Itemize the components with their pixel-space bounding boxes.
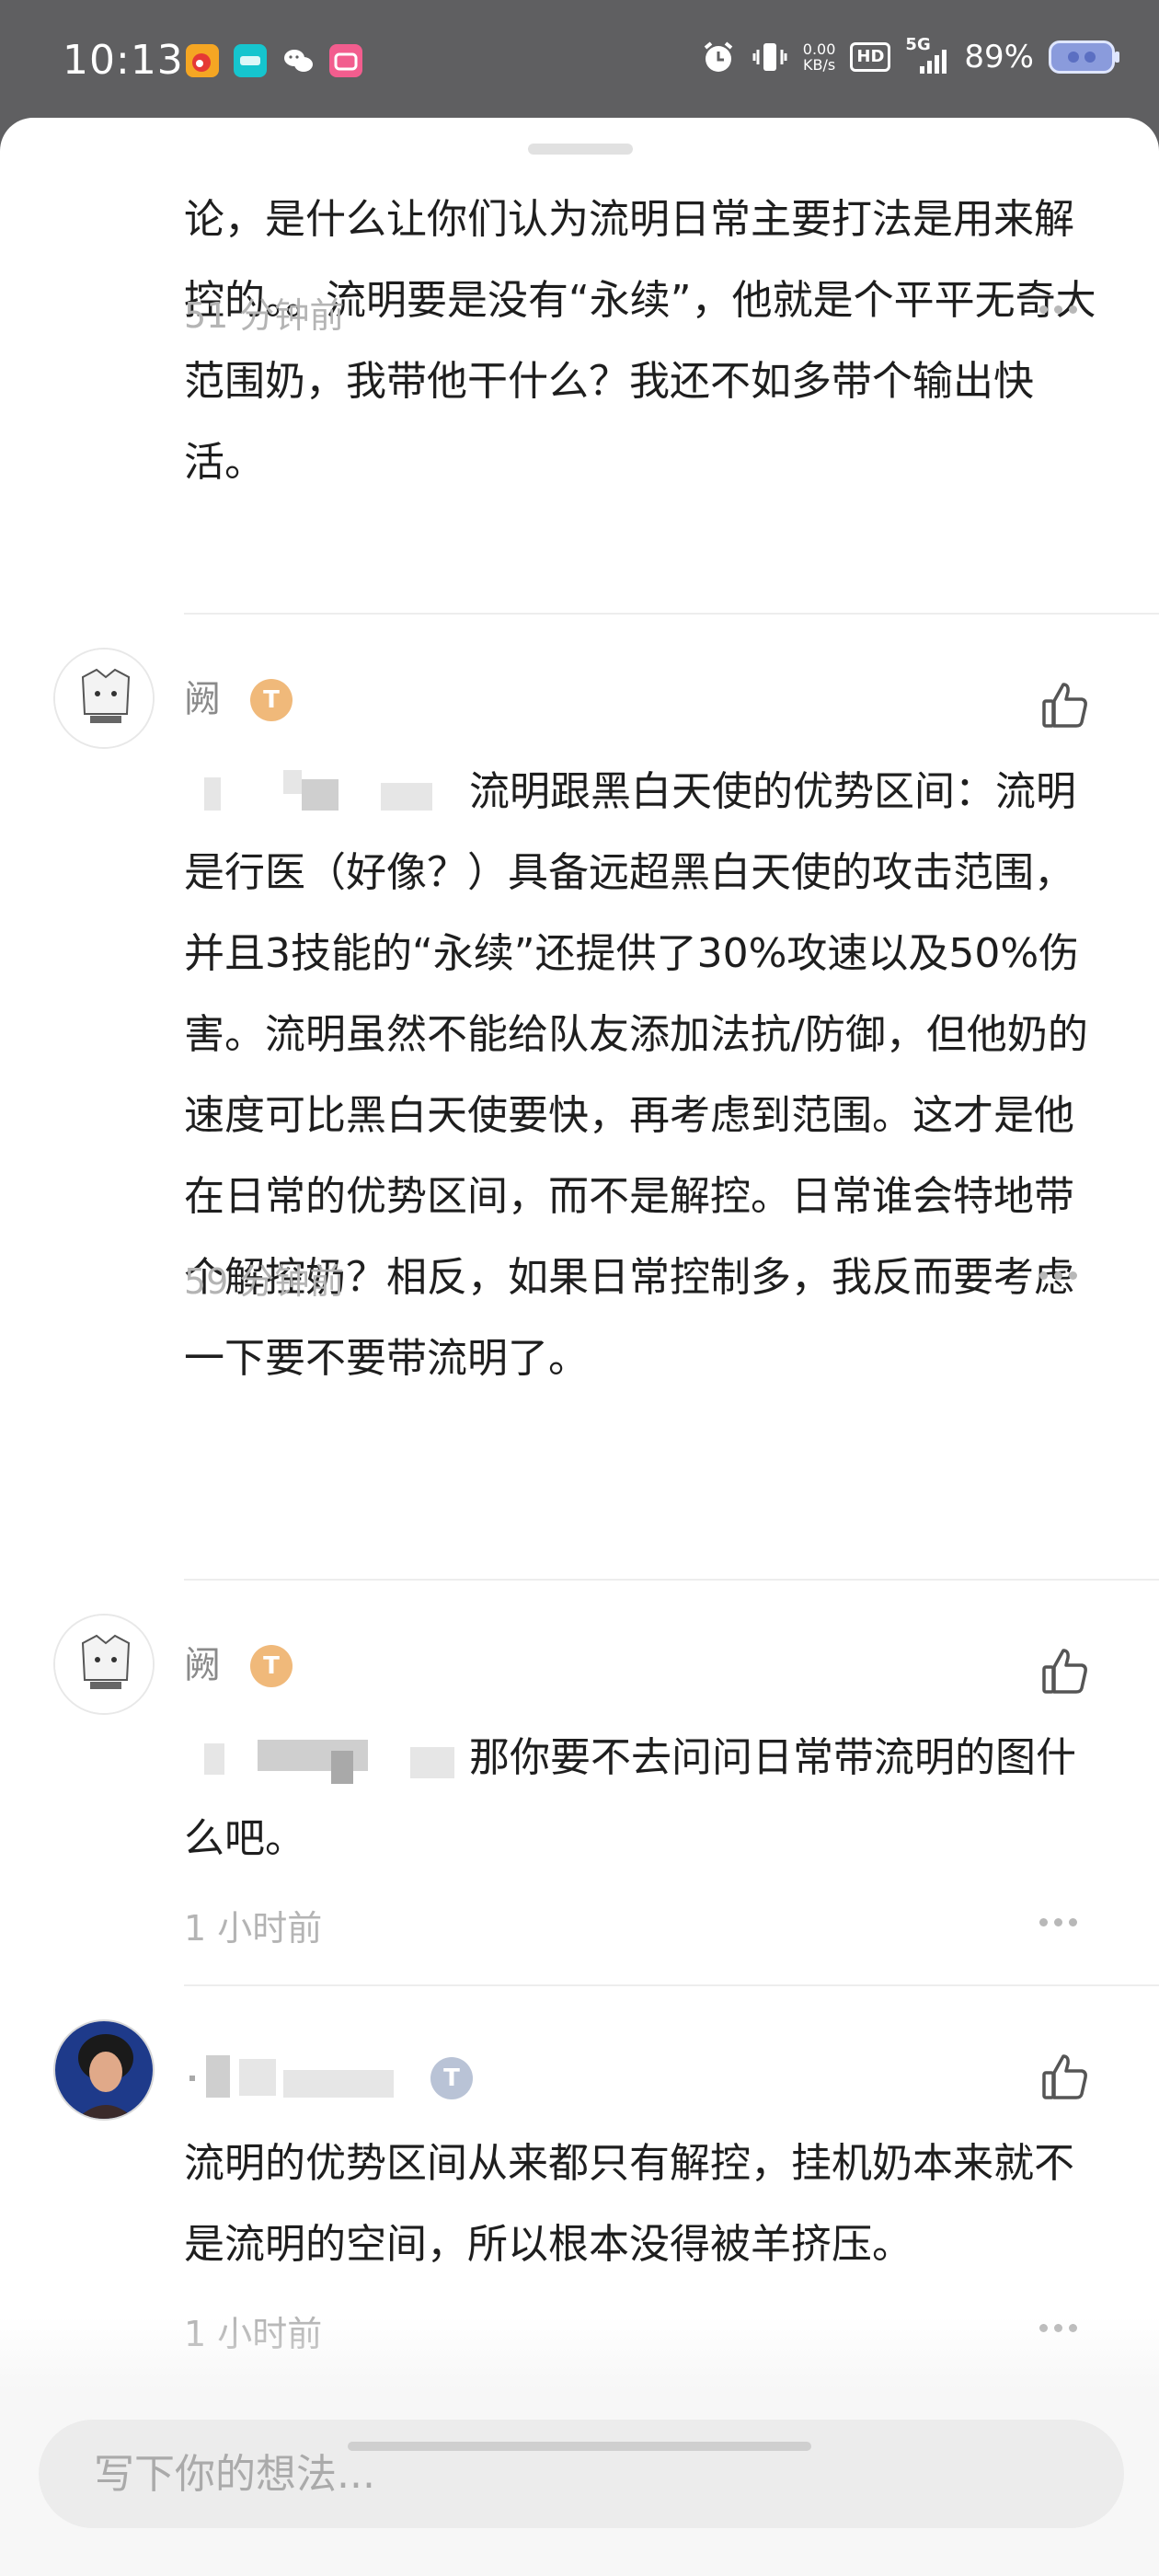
level-badge: T <box>250 679 293 721</box>
vibrate-icon <box>752 43 787 71</box>
battery-percent: 89% <box>964 39 1034 75</box>
comment-time: 51 分钟前 <box>184 295 345 336</box>
username-redacted[interactable] <box>184 2052 414 2101</box>
bilibili-app-icon <box>329 44 362 77</box>
notification-icons <box>186 44 362 77</box>
comment-input-box[interactable] <box>39 2420 1124 2528</box>
like-icon[interactable] <box>1038 1643 1093 1698</box>
more-options-icon[interactable] <box>1039 300 1085 318</box>
comment-sheet[interactable]: 论，是什么让你们认为流明日常主要打法是用来解控的。。流明要是没有“永续”，他就是… <box>0 118 1159 2576</box>
comment-text: 那你要不去问问日常带流明的图什么吧。 <box>184 1718 1109 1880</box>
mention-redacted[interactable] <box>184 1732 469 1788</box>
divider <box>184 613 1159 615</box>
comment-text: 论，是什么让你们认为流明日常主要打法是用来解控的。。流明要是没有“永续”，他就是… <box>184 196 1096 486</box>
mention-redacted[interactable] <box>184 766 469 822</box>
clock: 10:13 <box>63 37 184 84</box>
comment-text: 流明的优势区间从来都只有解控，挂机奶本来就不是流明的空间，所以根本没得被羊挤压。 <box>184 2140 1074 2268</box>
divider <box>184 1579 1159 1581</box>
wechat-app-icon <box>281 44 315 77</box>
username[interactable]: 阙 <box>184 1635 221 1688</box>
weibo-app-icon <box>186 44 219 77</box>
level-badge: T <box>250 1645 293 1687</box>
like-icon[interactable] <box>1038 677 1093 732</box>
taptap-app-icon <box>234 44 267 77</box>
more-options-icon[interactable] <box>1039 1266 1085 1284</box>
comment-time: 59 分钟前 <box>184 1261 345 1302</box>
avatar[interactable] <box>53 2019 155 2121</box>
comment-time: 1 小时前 <box>184 1908 323 1949</box>
comment-composer <box>0 2390 1159 2576</box>
drag-handle[interactable] <box>528 144 633 155</box>
network-speed: 0.00 KB/s <box>802 40 836 74</box>
avatar[interactable] <box>53 648 155 749</box>
divider <box>184 1984 1159 1986</box>
hd-volte-icon: HD <box>850 42 891 72</box>
battery-icon <box>1049 40 1119 74</box>
like-icon[interactable] <box>1038 2049 1093 2104</box>
more-options-icon[interactable] <box>1039 1913 1085 1931</box>
cellular-signal-icon: 5G <box>905 35 949 74</box>
home-indicator[interactable] <box>348 2442 811 2451</box>
avatar[interactable] <box>53 1614 155 1715</box>
username[interactable]: 阙 <box>184 669 221 722</box>
status-bar: 10:13 0.00 KB/s HD 5G 89% <box>0 0 1159 118</box>
alarm-icon <box>704 41 733 72</box>
level-badge: T <box>430 2057 473 2099</box>
comment-input[interactable] <box>39 2420 1124 2528</box>
